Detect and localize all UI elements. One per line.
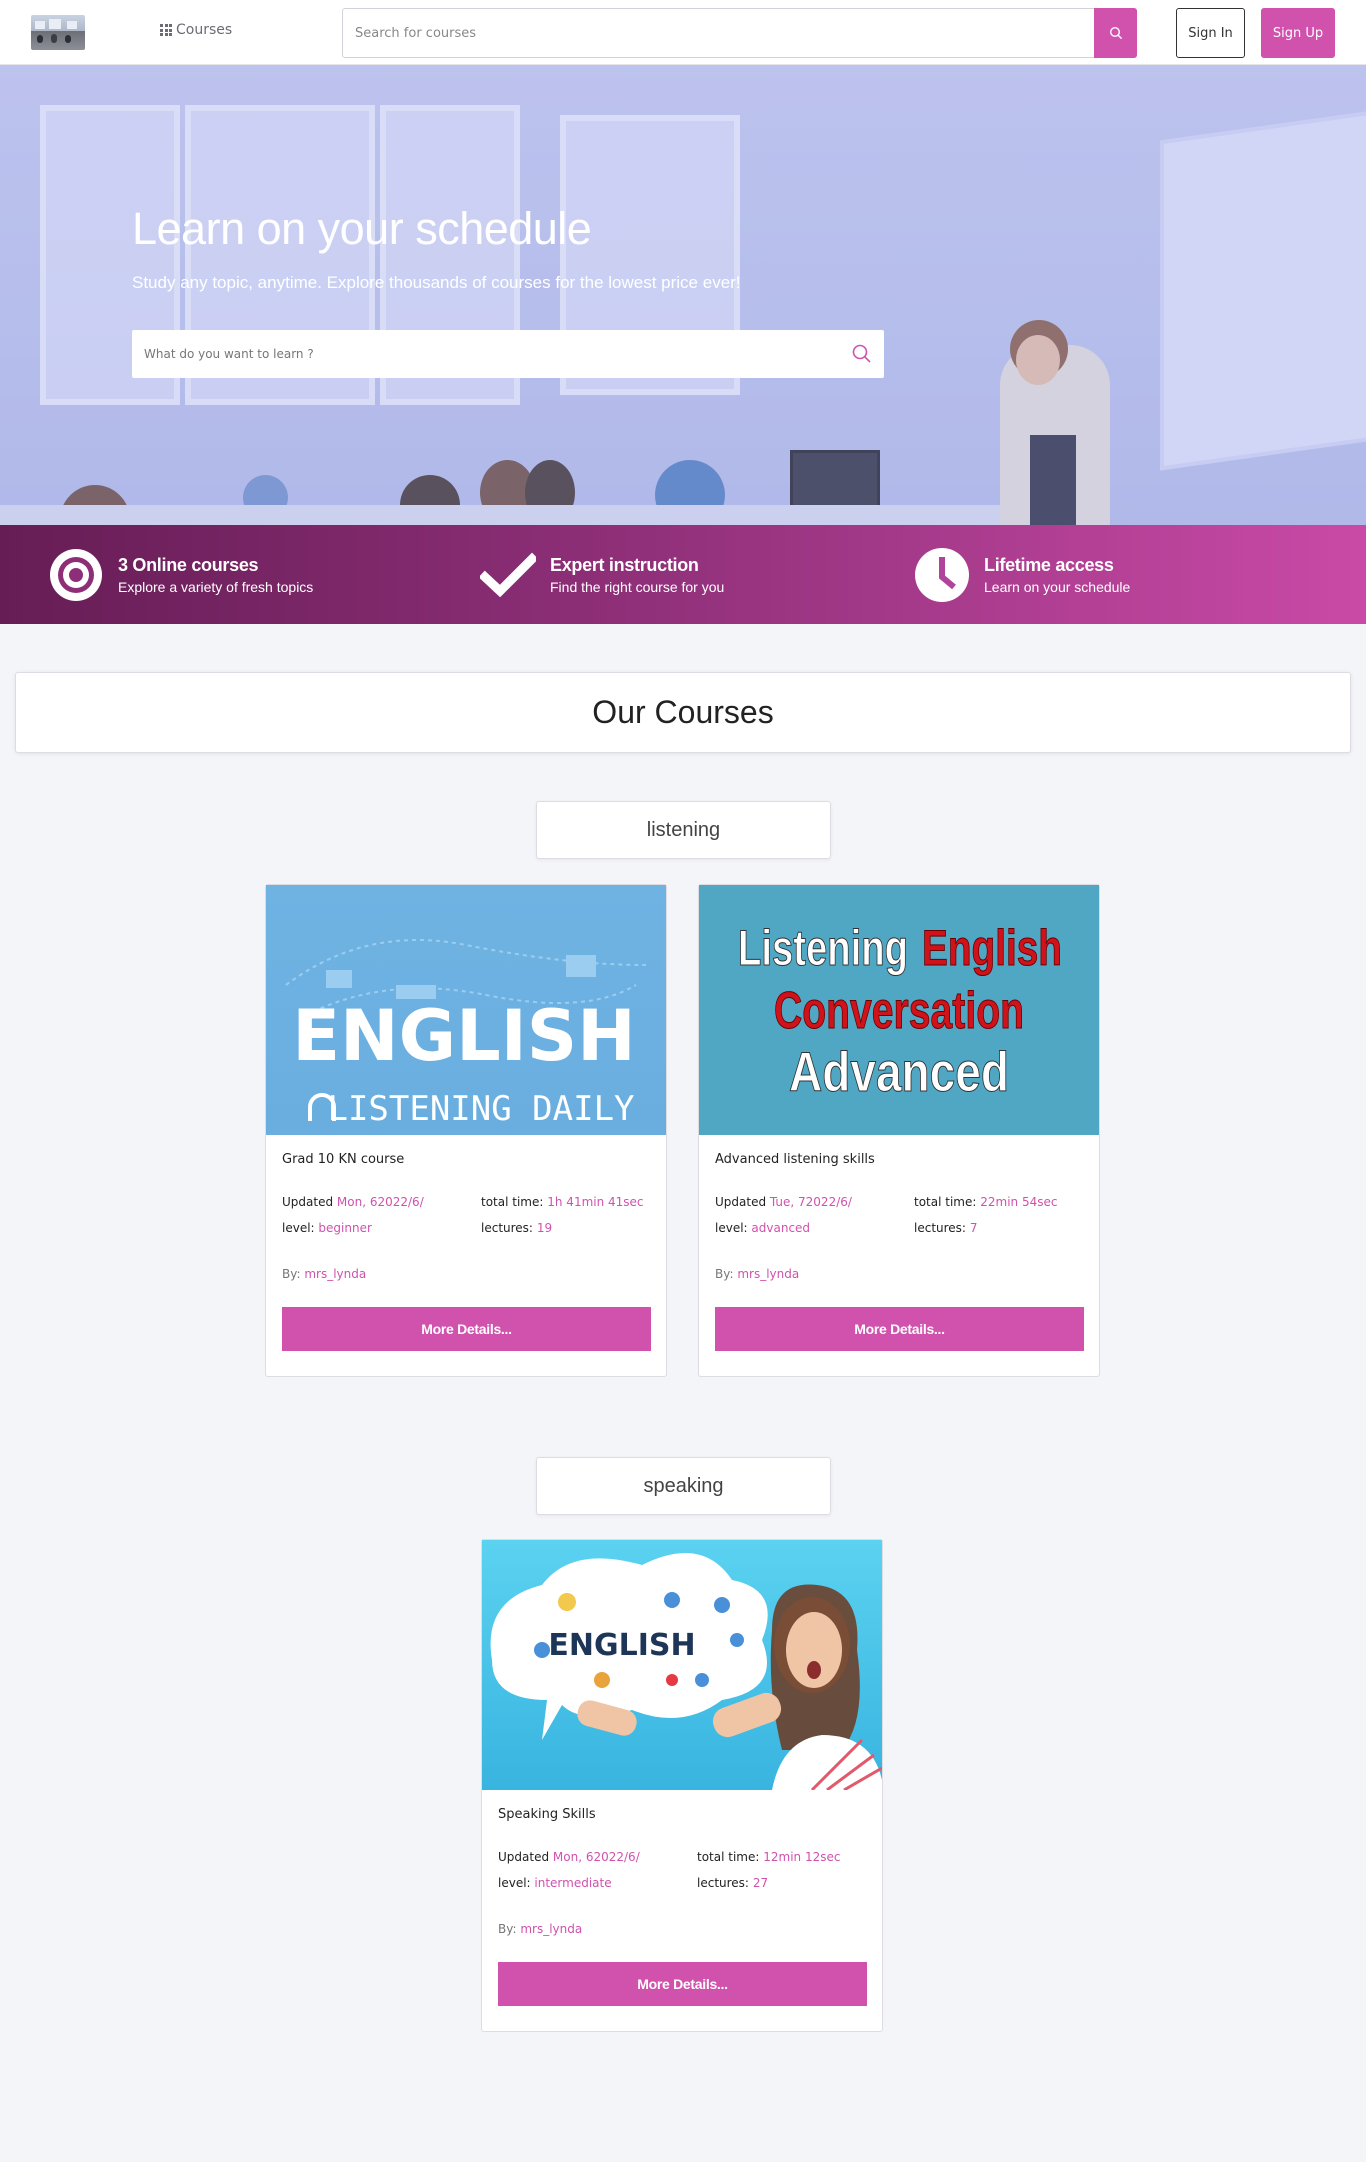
course-image-text: Advanced (789, 1040, 1009, 1103)
nav-search-box (342, 8, 1137, 58)
course-author: By: mrs_lynda (715, 1267, 800, 1281)
more-details-button[interactable]: More Details... (715, 1307, 1084, 1351)
signup-button[interactable]: Sign Up (1261, 8, 1335, 58)
course-title[interactable]: Speaking Skills (498, 1807, 596, 1822)
course-lectures: lectures: 7 (914, 1221, 978, 1235)
course-level: level: intermediate (498, 1876, 612, 1890)
feature-instruction: Expert instruction Find the right course… (480, 547, 724, 603)
course-image-text: English (922, 920, 1062, 976)
course-image-text: Conversation (774, 982, 1024, 1040)
course-lectures: lectures: 27 (697, 1876, 769, 1890)
hero-title: Learn on your schedule (132, 203, 592, 254)
courses-menu[interactable]: Courses (160, 22, 232, 38)
course-image-text: LISTENING DAILY (327, 1089, 634, 1129)
top-navbar: Courses Sign In Sign Up (0, 0, 1366, 65)
course-total-time: total time: 12min 12sec (697, 1850, 841, 1864)
signin-button[interactable]: Sign In (1176, 8, 1245, 58)
more-details-button[interactable]: More Details... (282, 1307, 651, 1351)
courses-menu-label: Courses (176, 22, 233, 38)
grid-icon (160, 24, 172, 36)
course-image-text: ENGLISH (292, 995, 636, 1077)
category-label-listening: listening (536, 801, 831, 859)
course-card: ENGLISH Speaking Skills Updated Mon, 620… (481, 1539, 883, 2032)
course-author: By: mrs_lynda (498, 1922, 583, 1936)
course-updated: Updated Tue, 72022/6/ (715, 1195, 852, 1209)
course-image-text: ENGLISH (548, 1628, 695, 1663)
search-icon (1109, 26, 1122, 40)
nav-search-button[interactable] (1094, 8, 1137, 58)
search-icon[interactable] (850, 342, 874, 366)
course-thumbnail[interactable]: Listening English Conversation Advanced (699, 885, 1099, 1135)
course-author: By: mrs_lynda (282, 1267, 367, 1281)
hero-search-box (132, 330, 884, 378)
more-details-button[interactable]: More Details... (498, 1962, 867, 2006)
course-total-time: total time: 1h 41min 41sec (481, 1195, 644, 1209)
section-title: Our Courses (15, 672, 1351, 753)
course-lectures: lectures: 19 (481, 1221, 553, 1235)
category-label-speaking: speaking (536, 1457, 831, 1515)
hero-search-input[interactable] (132, 330, 832, 378)
course-level: level: advanced (715, 1221, 811, 1235)
feature-subtitle: Learn on your schedule (984, 579, 1131, 595)
feature-title: 3 Online courses (118, 555, 259, 575)
feature-title: Lifetime access (984, 555, 1114, 575)
course-level: level: beginner (282, 1221, 372, 1235)
course-updated: Updated Mon, 62022/6/ (282, 1195, 424, 1209)
course-card: Listening English Conversation Advanced … (698, 884, 1100, 1377)
course-title[interactable]: Advanced listening skills (715, 1152, 875, 1167)
hero-banner: Learn on your schedule Study any topic, … (0, 65, 1366, 525)
features-strip: 3 Online courses Explore a variety of fr… (0, 525, 1366, 624)
feature-courses: 3 Online courses Explore a variety of fr… (48, 547, 313, 603)
nav-search-input[interactable] (343, 9, 1095, 57)
feature-subtitle: Explore a variety of fresh topics (118, 579, 314, 595)
site-logo[interactable] (31, 15, 85, 50)
course-total-time: total time: 22min 54sec (914, 1195, 1058, 1209)
course-image-text: Listening (738, 920, 908, 976)
course-thumbnail[interactable]: ENGLISH LISTENING DAILY (266, 885, 666, 1135)
clock-icon (914, 547, 970, 603)
course-thumbnail[interactable]: ENGLISH (482, 1540, 882, 1790)
course-card: ENGLISH LISTENING DAILY Grad 10 KN cours… (265, 884, 667, 1377)
target-icon (48, 547, 104, 603)
feature-lifetime: Lifetime access Learn on your schedule (914, 547, 1130, 603)
check-icon (480, 547, 536, 603)
hero-subtitle: Study any topic, anytime. Explore thousa… (132, 273, 741, 292)
feature-subtitle: Find the right course for you (550, 579, 725, 595)
feature-title: Expert instruction (550, 555, 699, 575)
course-title[interactable]: Grad 10 KN course (282, 1152, 404, 1167)
course-updated: Updated Mon, 62022/6/ (498, 1850, 640, 1864)
